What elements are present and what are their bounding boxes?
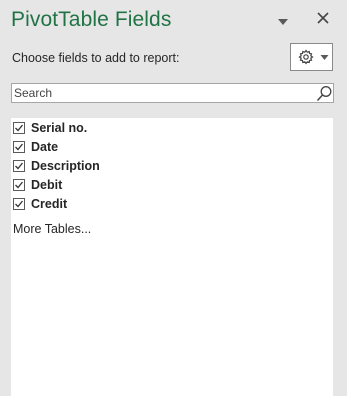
task-pane-options-button[interactable]: [277, 14, 289, 25]
field-checkbox[interactable]: [13, 122, 25, 134]
chevron-down-icon: [278, 19, 288, 25]
close-pane-button[interactable]: [315, 10, 331, 26]
search-field[interactable]: [11, 83, 334, 103]
field-label: Serial no.: [31, 121, 88, 135]
search-input[interactable]: [14, 85, 310, 101]
field-label: Description: [31, 159, 100, 173]
field-item-date[interactable]: Date: [13, 138, 58, 156]
field-checkbox[interactable]: [13, 160, 25, 172]
gear-icon: [298, 49, 314, 65]
field-list: Serial no. Date Description Debit Credit…: [11, 118, 333, 396]
more-tables-link[interactable]: More Tables...: [13, 222, 91, 236]
choose-fields-label: Choose fields to add to report:: [12, 51, 180, 65]
checkmark-icon: [15, 200, 24, 208]
checkmark-icon: [15, 181, 24, 189]
field-list-settings-button[interactable]: [290, 43, 333, 71]
chevron-down-icon: [320, 55, 329, 60]
field-checkbox[interactable]: [13, 141, 25, 153]
checkmark-icon: [15, 124, 24, 132]
field-item-description[interactable]: Description: [13, 157, 100, 175]
pane-title: PivotTable Fields: [11, 8, 172, 31]
pivottable-fields-pane: PivotTable Fields Choose fields to add t…: [0, 0, 347, 396]
checkmark-icon: [15, 162, 24, 170]
search-icon[interactable]: [316, 85, 333, 102]
checkmark-icon: [15, 143, 24, 151]
field-label: Credit: [31, 197, 68, 211]
field-label: Debit: [31, 178, 63, 192]
field-label: Date: [31, 140, 59, 154]
field-checkbox[interactable]: [13, 198, 25, 210]
field-item-serial-no[interactable]: Serial no.: [13, 119, 87, 137]
field-checkbox[interactable]: [13, 179, 25, 191]
field-item-credit[interactable]: Credit: [13, 195, 67, 213]
close-icon: [317, 12, 329, 24]
field-item-debit[interactable]: Debit: [13, 176, 62, 194]
